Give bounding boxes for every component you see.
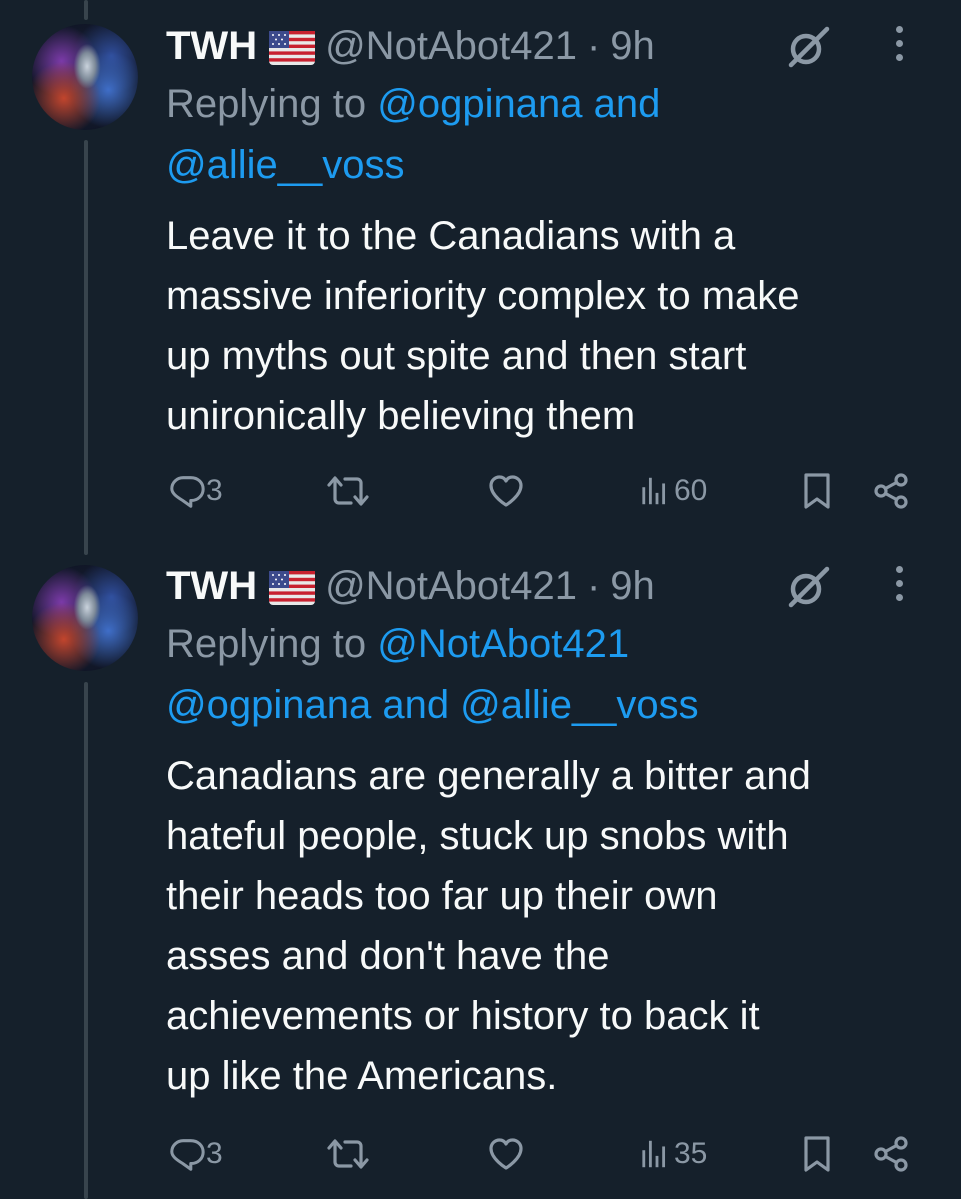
- retweet-button[interactable]: [326, 466, 370, 516]
- view-count: 60: [674, 474, 708, 507]
- tweet-text-line: hateful people, stuck up snobs with: [166, 814, 789, 858]
- like-button[interactable]: [486, 466, 526, 516]
- timestamp[interactable]: 9h: [610, 564, 655, 609]
- like-button[interactable]: [486, 1129, 526, 1179]
- retweet-icon: [326, 1134, 370, 1174]
- grok-icon[interactable]: [785, 564, 831, 610]
- share-button[interactable]: [871, 1129, 911, 1179]
- reply-icon: [168, 472, 206, 510]
- reply-icon: [168, 1135, 206, 1173]
- share-button[interactable]: [871, 466, 911, 516]
- user-handle[interactable]: @NotAbot421: [325, 24, 577, 69]
- tweet-text-line: their heads too far up their own: [166, 874, 718, 918]
- display-name[interactable]: TWH: [166, 564, 257, 609]
- tweet-text-line: Canadians are generally a bitter and: [166, 754, 811, 798]
- action-bar: 3 35: [0, 1129, 961, 1179]
- reply-button[interactable]: 3: [168, 466, 223, 516]
- bookmark-button[interactable]: [797, 466, 837, 516]
- tweet[interactable]: TWH @NotAbot421 · 9h Replying to @ogpina…: [0, 0, 961, 560]
- views-icon: [640, 471, 674, 511]
- replying-to-label: Replying to: [166, 82, 367, 126]
- bookmark-icon: [797, 1134, 837, 1174]
- view-count: 35: [674, 1137, 708, 1170]
- mention-link[interactable]: @allie__voss: [166, 143, 405, 187]
- tweet-text-line: up myths out spite and then start: [166, 334, 747, 378]
- separator: ·: [586, 23, 601, 68]
- mention-link[interactable]: @NotAbot421: [377, 622, 629, 666]
- reply-count: 3: [206, 1137, 223, 1170]
- share-icon: [871, 471, 911, 511]
- bookmark-button[interactable]: [797, 1129, 837, 1179]
- more-options-icon[interactable]: [893, 566, 905, 606]
- tweet-text-line: asses and don't have the: [166, 934, 610, 978]
- tweet-text-line: Leave it to the Canadians with a: [166, 214, 736, 258]
- retweet-button[interactable]: [326, 1129, 370, 1179]
- us-flag-icon: [269, 571, 315, 605]
- views-icon: [640, 1134, 674, 1174]
- retweet-icon: [326, 471, 370, 511]
- bookmark-icon: [797, 471, 837, 511]
- user-handle[interactable]: @NotAbot421: [325, 564, 577, 609]
- tweet-text-line: achievements or history to back it: [166, 994, 760, 1038]
- tweet-text-line: up like the Americans.: [166, 1054, 558, 1098]
- avatar[interactable]: [32, 565, 138, 671]
- tweet-header: TWH @NotAbot421 · 9h: [166, 558, 941, 614]
- heart-icon: [486, 471, 526, 511]
- replying-to: Replying to @NotAbot421 @ogpinana and @a…: [166, 614, 941, 736]
- replying-to: Replying to @ogpinana and @allie__voss: [166, 74, 941, 196]
- reply-button[interactable]: 3: [168, 1129, 223, 1179]
- us-flag-icon: [269, 31, 315, 65]
- tweet-header: TWH @NotAbot421 · 9h: [166, 18, 941, 74]
- views-button[interactable]: 35: [640, 1129, 707, 1179]
- more-options-icon[interactable]: [893, 26, 905, 66]
- thread-line-2: [84, 682, 88, 1199]
- heart-icon: [486, 1134, 526, 1174]
- share-icon: [871, 1134, 911, 1174]
- display-name[interactable]: TWH: [166, 24, 257, 69]
- replying-to-label: Replying to: [166, 622, 367, 666]
- mention-link[interactable]: @ogpinana and: [377, 82, 660, 126]
- timestamp[interactable]: 9h: [610, 24, 655, 69]
- separator: ·: [586, 563, 601, 608]
- tweet-text: Canadians are generally a bitter and hat…: [166, 746, 941, 1106]
- mention-link[interactable]: @ogpinana and @allie__voss: [166, 683, 699, 727]
- tweet-text: Leave it to the Canadians with a massive…: [166, 206, 941, 446]
- tweet-text-line: massive inferiority complex to make: [166, 274, 800, 318]
- avatar[interactable]: [32, 24, 138, 130]
- reply-count: 3: [206, 474, 223, 507]
- grok-icon[interactable]: [785, 24, 831, 70]
- action-bar: 3 60: [0, 466, 961, 516]
- tweet-text-line: unironically believing them: [166, 394, 636, 438]
- views-button[interactable]: 60: [640, 466, 707, 516]
